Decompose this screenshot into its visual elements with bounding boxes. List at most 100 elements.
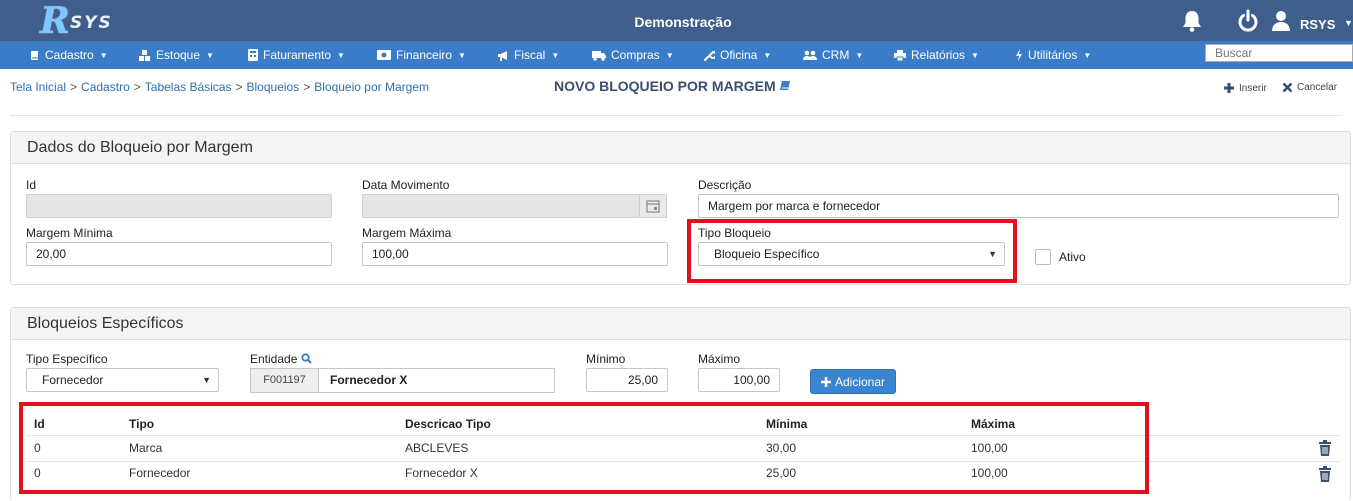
panel-dados-title: Dados do Bloqueio por Margem	[11, 132, 1350, 164]
trash-icon[interactable]	[1318, 440, 1332, 459]
ativo-checkbox[interactable]	[1035, 249, 1051, 265]
power-icon[interactable]	[1237, 9, 1259, 36]
menu-relatorios-label: Relatórios	[911, 47, 966, 62]
cell-maxima: 100,00	[971, 466, 1008, 480]
menu-utilitarios[interactable]: Utilitários ▼	[1015, 41, 1091, 69]
cancel-button[interactable]: Cancelar	[1282, 82, 1337, 93]
user-menu-caret-icon[interactable]: ▼	[1344, 18, 1353, 28]
user-name[interactable]: RSYS	[1300, 17, 1335, 32]
main-menu: Cadastro ▼ Estoque ▼ Faturamento ▼ Financei…	[0, 41, 1353, 69]
cell-descricao-tipo: Fornecedor X	[405, 466, 478, 480]
top-bar: R SYS Demonstração RSYS ▼	[0, 0, 1353, 41]
data-movimento-field[interactable]	[362, 194, 640, 218]
breadcrumb-bloqueios[interactable]: Bloqueios	[247, 80, 300, 94]
descricao-field[interactable]: Margem por marca e fornecedor	[698, 194, 1339, 218]
col-header-descricao-tipo: Descricao Tipo	[405, 417, 491, 431]
tipo-bloqueio-select[interactable]: Bloqueio Específico ▼	[698, 242, 1005, 266]
descricao-label: Descrição	[698, 178, 752, 192]
book-icon	[779, 81, 790, 90]
menu-crm-label: CRM	[822, 47, 850, 62]
col-header-maxima: Máxima	[971, 417, 1016, 431]
breadcrumb-tabelas-basicas[interactable]: Tabelas Básicas	[145, 80, 232, 94]
menu-oficina-label: Oficina	[720, 47, 758, 62]
print-icon	[894, 49, 906, 61]
book-icon	[31, 50, 38, 60]
margem-minima-label: Margem Mínima	[26, 226, 113, 240]
entidade-code-field[interactable]: F001197	[250, 368, 319, 393]
menu-financeiro-label: Financeiro	[396, 47, 453, 62]
users-icon	[803, 50, 817, 60]
page-title-text: NOVO BLOQUEIO POR MARGEM	[554, 78, 776, 94]
chevron-down-icon: ▼	[665, 50, 674, 60]
menu-compras[interactable]: Compras ▼	[592, 41, 674, 69]
cell-tipo: Fornecedor	[129, 466, 191, 480]
entidade-label-text: Entidade	[250, 352, 298, 366]
add-button[interactable]: Adicionar	[810, 369, 896, 394]
menu-compras-label: Compras	[611, 47, 660, 62]
user-icon[interactable]	[1270, 9, 1292, 36]
menu-utilitarios-label: Utilitários	[1028, 47, 1078, 62]
menu-estoque[interactable]: Estoque ▼	[138, 41, 214, 69]
table-header-divider	[26, 435, 1341, 436]
menu-oficina[interactable]: Oficina ▼	[704, 41, 771, 69]
cell-maxima: 100,00	[971, 441, 1008, 455]
breadcrumb: Tela Inicial > Cadastro > Tabelas Básicas > Bl…	[10, 80, 429, 94]
cell-tipo: Marca	[129, 441, 163, 455]
menu-financeiro[interactable]: Financeiro ▼	[377, 41, 466, 69]
minimo-label: Mínimo	[586, 352, 626, 366]
close-icon	[1282, 82, 1293, 93]
cell-id: 0	[34, 441, 41, 455]
page-title: NOVO BLOQUEIO POR MARGEM	[554, 78, 791, 94]
menu-faturamento[interactable]: Faturamento ▼	[248, 41, 345, 69]
search-icon[interactable]	[301, 353, 312, 364]
breadcrumb-bloqueio-por-margem[interactable]: Bloqueio por Margem	[314, 80, 429, 94]
calendar-icon	[646, 200, 660, 213]
panel-especificos-title: Bloqueios Específicos	[11, 308, 1350, 340]
entidade-name-field[interactable]: Fornecedor X	[318, 368, 555, 393]
col-header-id: Id	[34, 417, 45, 431]
margem-maxima-label: Margem Máxima	[362, 226, 452, 240]
id-field[interactable]	[26, 194, 332, 218]
calculator-icon	[248, 49, 258, 61]
insert-button[interactable]: Inserir	[1223, 82, 1267, 94]
truck-icon	[592, 50, 606, 61]
cell-id: 0	[34, 466, 41, 480]
breadcrumb-cadastro[interactable]: Cadastro	[81, 80, 130, 94]
trash-icon[interactable]	[1318, 466, 1332, 485]
bolt-icon	[1016, 49, 1022, 61]
margem-maxima-field[interactable]: 100,00	[362, 242, 668, 266]
chevron-down-icon: ▼	[1083, 50, 1092, 60]
breadcrumb-tela-inicial[interactable]: Tela Inicial	[10, 80, 66, 94]
margem-minima-field[interactable]: 20,00	[26, 242, 332, 266]
id-label: Id	[26, 178, 37, 192]
table-row-divider	[26, 461, 1341, 462]
calendar-button[interactable]	[639, 194, 667, 218]
col-header-tipo: Tipo	[129, 417, 155, 431]
app-title: Demonstração	[634, 14, 732, 30]
data-movimento-label: Data Movimento	[362, 178, 450, 192]
minimo-field[interactable]: 25,00	[586, 368, 668, 392]
money-icon	[377, 50, 391, 60]
menu-estoque-label: Estoque	[156, 47, 201, 62]
menu-crm[interactable]: CRM ▼	[803, 41, 863, 69]
bell-icon[interactable]	[1181, 9, 1203, 36]
tipo-especifico-select[interactable]: Fornecedor ▼	[26, 368, 219, 392]
menu-cadastro[interactable]: Cadastro ▼	[29, 41, 108, 69]
menu-faturamento-label: Faturamento	[263, 47, 332, 62]
chevron-down-icon: ▼	[551, 50, 560, 60]
cubes-icon	[139, 49, 150, 61]
menu-relatorios[interactable]: Relatórios ▼	[894, 41, 979, 69]
divider	[10, 115, 1343, 116]
plus-icon	[1224, 83, 1234, 93]
chevron-down-icon: ▼	[337, 50, 345, 60]
chevron-down-icon: ▼	[971, 50, 979, 60]
tipo-bloqueio-value: Bloqueio Específico	[714, 247, 820, 261]
tipo-especifico-label: Tipo Específico	[26, 352, 108, 366]
breadcrumb-separator: >	[133, 80, 141, 94]
search-input[interactable]	[1205, 44, 1353, 62]
cancel-label: Cancelar	[1297, 82, 1338, 93]
maximo-field[interactable]: 100,00	[698, 368, 780, 392]
chevron-down-icon: ▼	[202, 375, 211, 385]
cell-minima: 30,00	[766, 441, 797, 455]
menu-fiscal[interactable]: Fiscal ▼	[497, 41, 559, 69]
